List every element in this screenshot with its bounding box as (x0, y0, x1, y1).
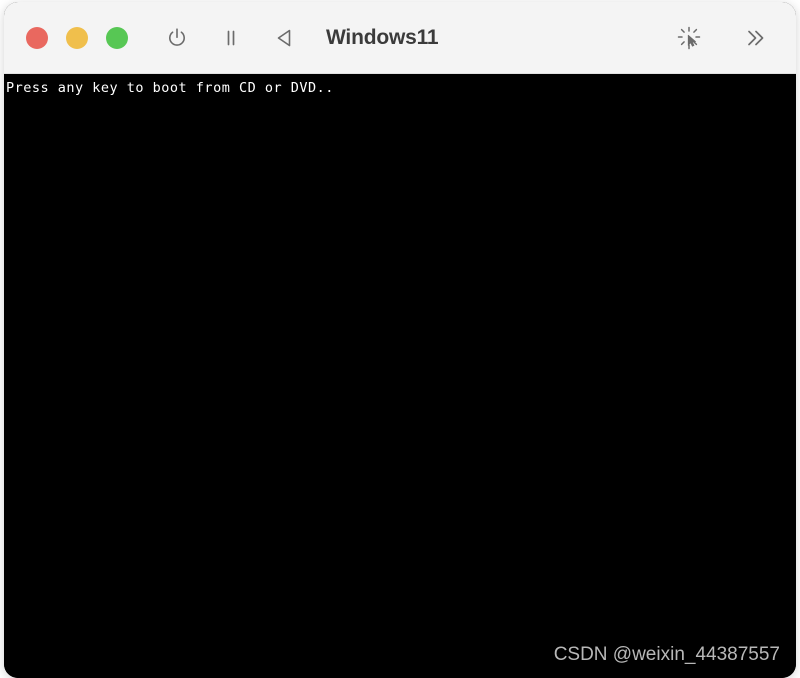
minimize-button[interactable] (66, 26, 88, 49)
pointer-capture-icon[interactable] (676, 25, 702, 51)
window-titlebar: Windows11 (4, 2, 796, 74)
boot-prompt-text: Press any key to boot from CD or DVD.. (6, 80, 334, 96)
maximize-button[interactable] (106, 26, 128, 49)
power-icon[interactable] (164, 25, 190, 51)
back-triangle-icon[interactable] (272, 25, 298, 51)
watermark-label: CSDN @weixin_44387557 (553, 644, 780, 665)
page-title: Windows11 (326, 25, 439, 49)
window-controls (26, 26, 128, 49)
close-button[interactable] (26, 26, 48, 49)
double-chevron-right-icon[interactable] (742, 25, 768, 51)
pause-icon[interactable] (218, 25, 244, 51)
toolbar-right-group (676, 25, 778, 51)
guest-display[interactable]: Press any key to boot from CD or DVD.. C… (4, 74, 796, 678)
vm-window: Windows11 Press any key to boot from CD … (4, 2, 796, 678)
toolbar-left-group (164, 25, 298, 51)
